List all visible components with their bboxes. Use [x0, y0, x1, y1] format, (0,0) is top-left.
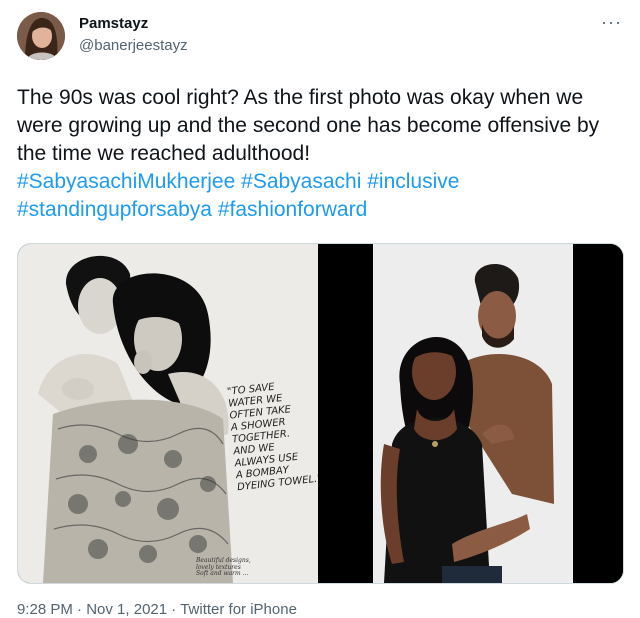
tweet-media[interactable]: "TO SAVE WATER WE OFTEN TAKE A SHOWER TO…	[17, 243, 624, 584]
avatar[interactable]	[17, 12, 65, 60]
hashtag-link[interactable]: #fashionforward	[218, 198, 367, 221]
tweet-meta: 9:28 PM · Nov 1, 2021 · Twitter for iPho…	[17, 601, 297, 618]
tweet-time[interactable]: 9:28 PM	[17, 601, 73, 618]
ad-fineprint-text: Beautiful designs, lovely textures Soft …	[196, 557, 251, 577]
hashtag-link[interactable]: #SabyasachiMukherjee	[17, 170, 235, 193]
media-photo-vintage-ad[interactable]: "TO SAVE WATER WE OFTEN TAKE A SHOWER TO…	[18, 244, 318, 583]
tweet-body-text: The 90s was cool right? As the first pho…	[17, 86, 600, 165]
tweet-source: Twitter for iPhone	[180, 601, 297, 618]
media-photo-modern-campaign[interactable]	[322, 244, 623, 583]
profile-photo-icon	[17, 12, 65, 60]
more-options-icon[interactable]: ···	[601, 12, 622, 33]
meta-separator: ·	[77, 601, 83, 618]
tweet-date[interactable]: Nov 1, 2021	[86, 601, 167, 618]
author-display-name[interactable]: Pamstayz	[79, 15, 148, 32]
tweet-text: The 90s was cool right? As the first pho…	[17, 84, 627, 224]
meta-separator: ·	[171, 601, 177, 618]
author-handle[interactable]: @banerjeestayz	[79, 37, 188, 54]
hashtag-link[interactable]: #inclusive	[367, 170, 459, 193]
hashtag-link[interactable]: #Sabyasachi	[241, 170, 361, 193]
ad-quote-text: "TO SAVE WATER WE OFTEN TAKE A SHOWER TO…	[226, 381, 318, 494]
campaign-photo-illustration	[322, 244, 623, 583]
hashtag-link[interactable]: #standingupforsabya	[17, 198, 212, 221]
